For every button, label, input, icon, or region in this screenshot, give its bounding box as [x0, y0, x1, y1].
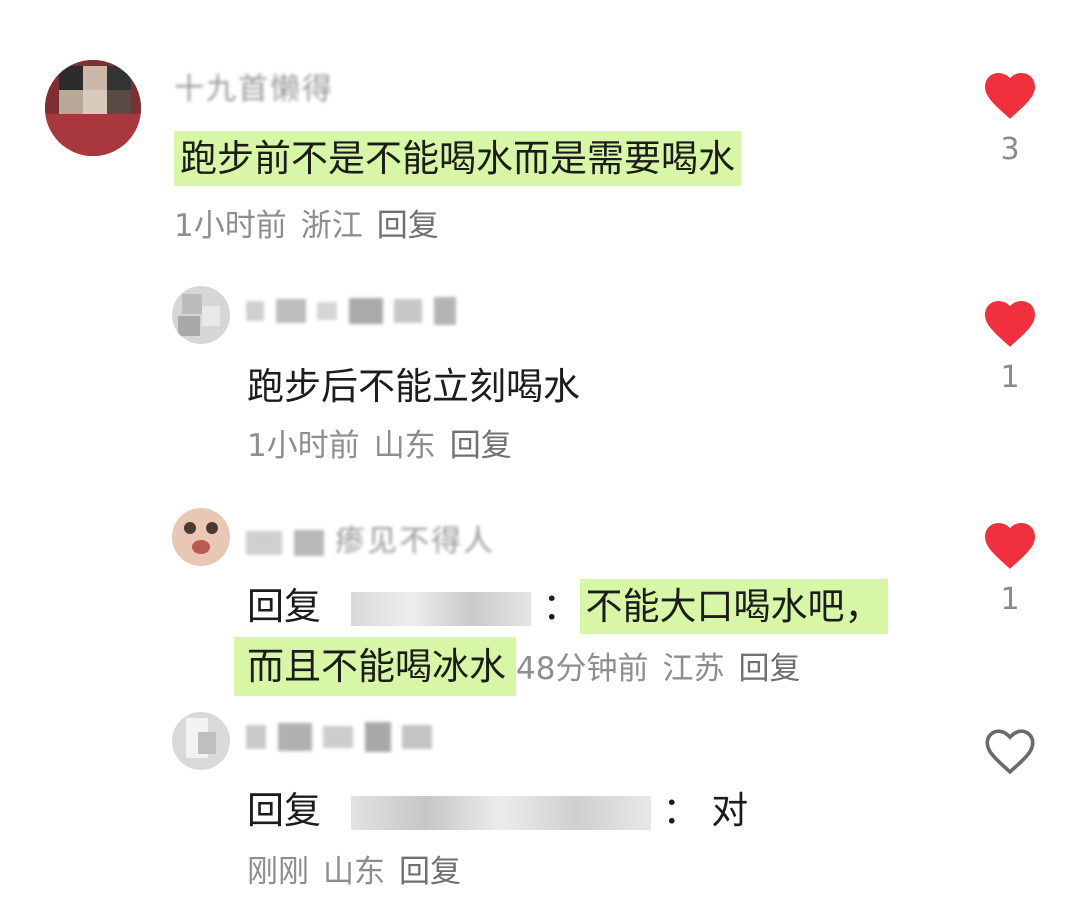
avatar[interactable]: [45, 60, 141, 156]
reply-button[interactable]: 回复: [738, 651, 800, 687]
like-count: 1: [1000, 360, 1020, 395]
comment-author-redacted[interactable]: [246, 718, 433, 753]
like-button[interactable]: 1: [975, 298, 1045, 395]
reply-text: ： 对: [662, 789, 749, 832]
comment-location: 浙江: [300, 208, 363, 244]
comment-time: 刚刚: [247, 854, 309, 890]
comment-author-redacted[interactable]: [246, 292, 456, 327]
highlight: 而且不能喝冰水: [234, 637, 516, 696]
heart-filled-icon: [985, 300, 1035, 347]
heart-outline-icon: [985, 729, 1035, 775]
comment-time: 48分钟前: [516, 651, 649, 687]
like-button[interactable]: 1: [975, 520, 1045, 617]
like-count: 1: [1000, 582, 1020, 617]
comment-time: 1小时前: [174, 208, 287, 244]
reply-second-line: 而且不能喝冰水 48分钟前 江苏 回复: [234, 636, 814, 696]
reply-prefix: 回复: [247, 789, 321, 832]
avatar[interactable]: [172, 286, 230, 344]
redacted-username: [350, 795, 651, 830]
like-count: 3: [1000, 132, 1020, 167]
author-name-text: 瘆见不得人: [335, 524, 496, 559]
reply-button[interactable]: 回复: [450, 428, 512, 464]
comment-meta: 1小时前 浙江 回复: [174, 200, 453, 245]
colon: ：: [542, 585, 580, 628]
avatar[interactable]: [172, 712, 230, 770]
heart-filled-icon: [985, 522, 1035, 569]
like-button[interactable]: [975, 726, 1045, 776]
comment-location: 江苏: [662, 651, 725, 687]
comment-meta: 48分钟前 江苏 回复: [516, 651, 814, 687]
reply-prefix: 回复: [247, 585, 321, 628]
comment-author[interactable]: 瘆见不得人: [246, 516, 495, 560]
comment-location: 山东: [323, 854, 385, 890]
comment-meta: 刚刚 山东 回复: [247, 846, 475, 891]
avatar[interactable]: [172, 508, 230, 566]
comment-time: 1小时前: [247, 428, 360, 464]
heart-filled-icon: [985, 72, 1035, 119]
comment-text: 跑步前不是不能喝水而是需要喝水: [174, 128, 741, 186]
reply-prefix-line: 回复 ：不能大口喝水吧，: [247, 576, 888, 634]
reply-prefix-line: 回复 ： 对: [247, 780, 748, 834]
highlight: 跑步前不是不能喝水而是需要喝水: [174, 131, 741, 186]
comment-meta: 1小时前 山东 回复: [247, 420, 526, 465]
comment-author[interactable]: 十九首懒得: [174, 64, 334, 108]
reply-button[interactable]: 回复: [377, 208, 439, 244]
comment-text: 跑步后不能立刻喝水: [247, 365, 580, 408]
reply-button[interactable]: 回复: [399, 854, 461, 890]
like-button[interactable]: 3: [975, 70, 1045, 167]
comment-location: 山东: [373, 428, 436, 464]
redacted-username: [350, 591, 531, 626]
highlight: 不能大口喝水吧，: [579, 579, 888, 634]
